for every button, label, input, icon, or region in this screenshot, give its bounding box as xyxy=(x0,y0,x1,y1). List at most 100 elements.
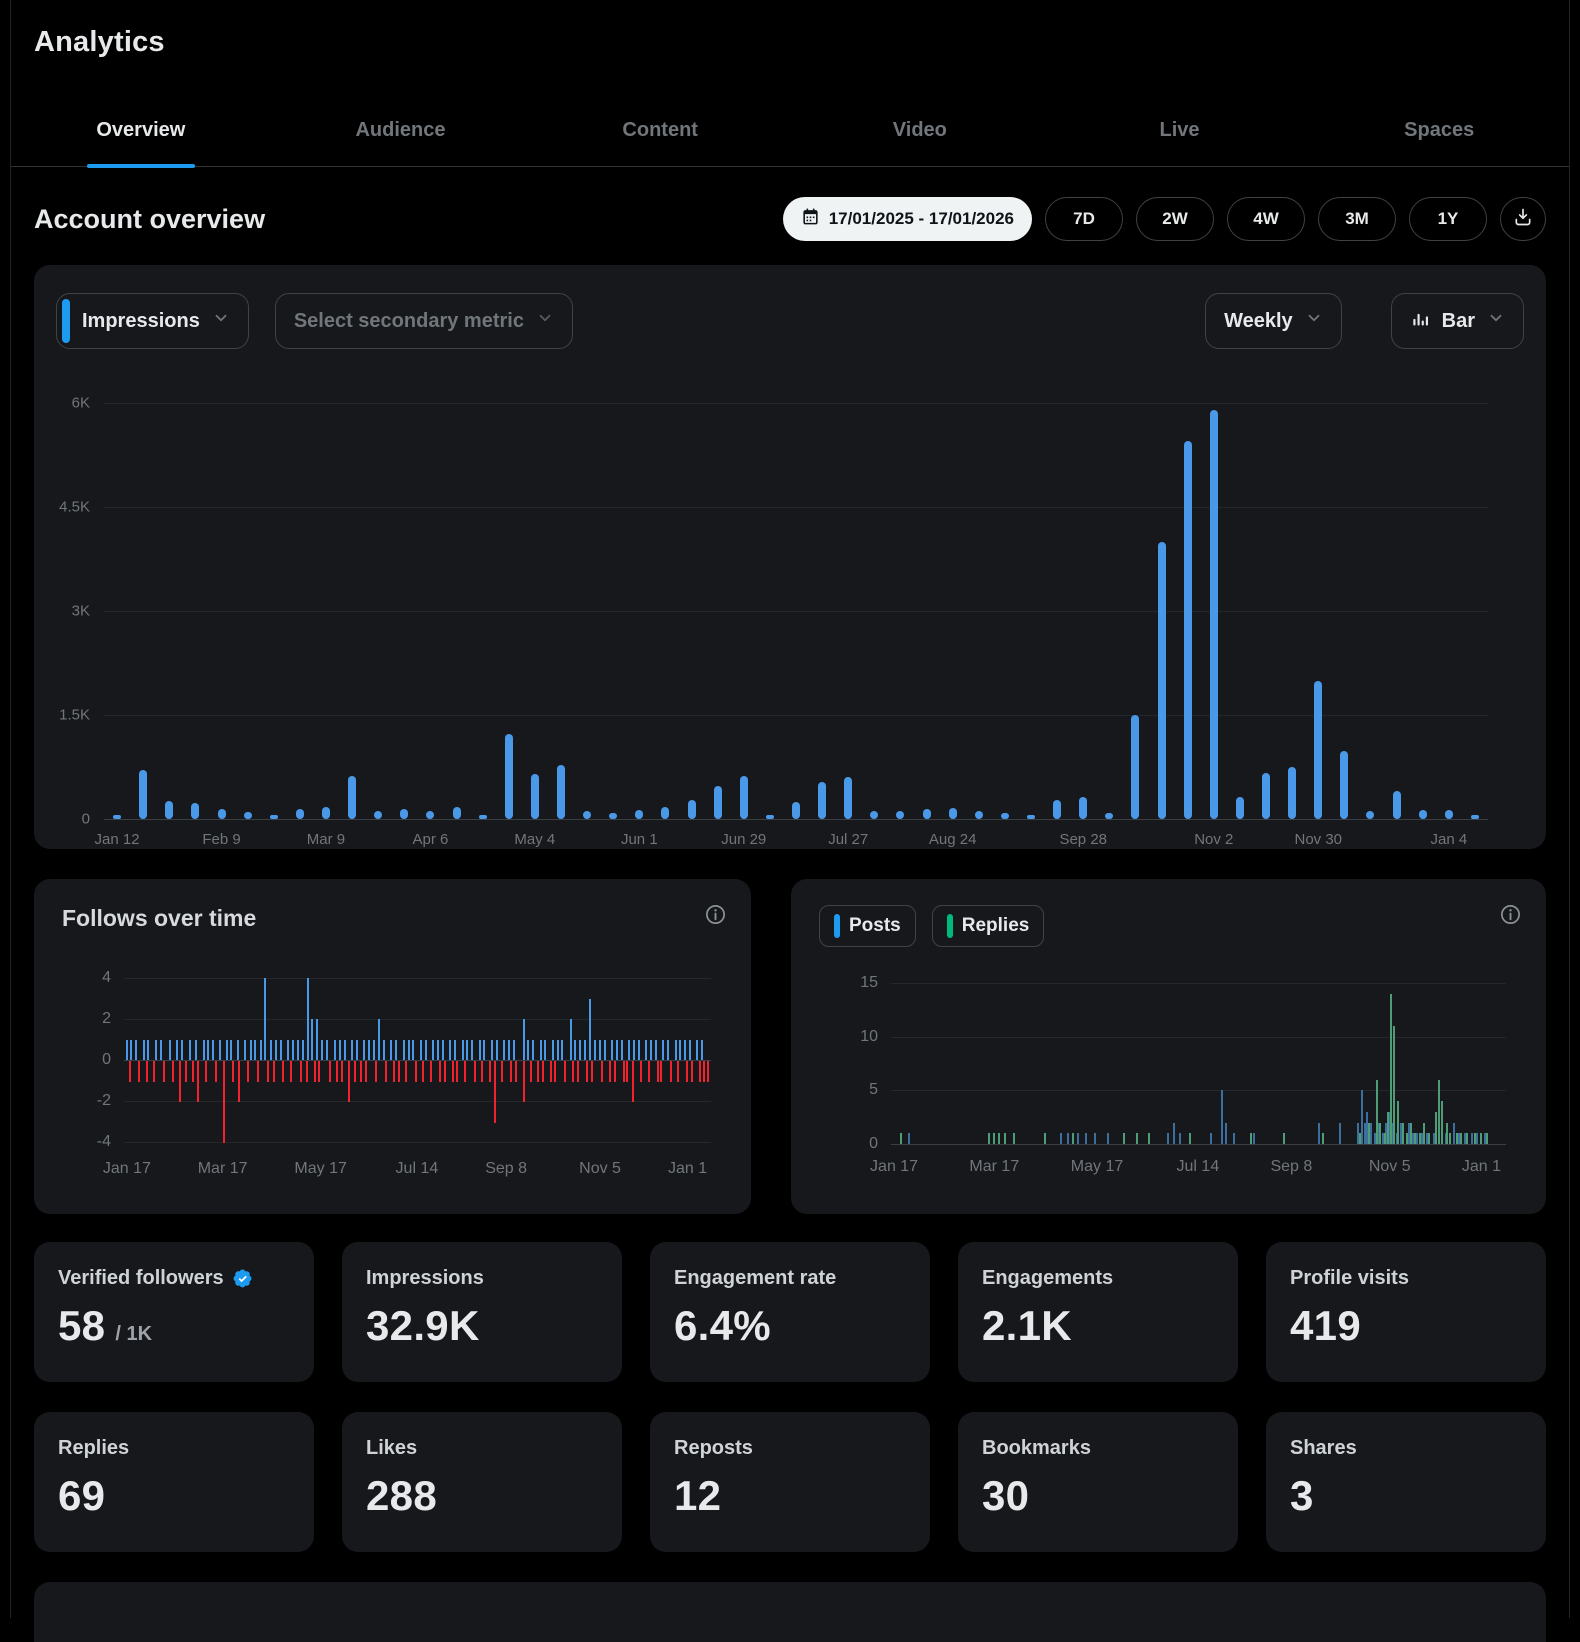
unfollows-bar[interactable] xyxy=(163,1061,166,1082)
posts-bar[interactable] xyxy=(1066,1133,1069,1144)
replies-bar[interactable] xyxy=(988,1133,991,1144)
replies-bar[interactable] xyxy=(1283,1133,1286,1144)
replies-bar[interactable] xyxy=(1043,1133,1046,1144)
replies-bar[interactable] xyxy=(1474,1133,1477,1144)
replies-bar[interactable] xyxy=(1486,1133,1489,1144)
follows-bar[interactable] xyxy=(603,1039,606,1060)
follows-bar[interactable] xyxy=(225,1039,228,1060)
impressions-bar[interactable] xyxy=(1288,767,1297,819)
impressions-bar[interactable] xyxy=(374,811,383,819)
replies-bar[interactable] xyxy=(1460,1133,1463,1144)
follows-bar[interactable] xyxy=(483,1039,486,1060)
unfollows-bar[interactable] xyxy=(691,1061,694,1082)
follows-bar[interactable] xyxy=(527,1039,530,1060)
replies-bar[interactable] xyxy=(993,1133,996,1144)
follows-bar[interactable] xyxy=(363,1039,366,1060)
follows-bar[interactable] xyxy=(578,1039,581,1060)
follows-bar[interactable] xyxy=(666,1039,669,1060)
follows-bar[interactable] xyxy=(155,1039,158,1060)
unfollows-bar[interactable] xyxy=(171,1061,174,1082)
replies-bar[interactable] xyxy=(1368,1122,1371,1144)
tab-spaces[interactable]: Spaces xyxy=(1309,95,1569,166)
replies-bar[interactable] xyxy=(1466,1133,1469,1144)
unfollows-bar[interactable] xyxy=(392,1061,395,1082)
follows-bar[interactable] xyxy=(126,1039,129,1060)
tab-overview[interactable]: Overview xyxy=(11,95,271,168)
unfollows-bar[interactable] xyxy=(659,1061,662,1082)
unfollows-bar[interactable] xyxy=(299,1061,302,1082)
impressions-bar[interactable] xyxy=(1000,812,1009,819)
follows-bar[interactable] xyxy=(188,1039,191,1060)
impressions-bar[interactable] xyxy=(870,810,879,819)
follows-bar[interactable] xyxy=(507,1039,510,1060)
unfollows-bar[interactable] xyxy=(205,1061,207,1082)
replies-bar[interactable] xyxy=(1379,1122,1382,1144)
follows-bar[interactable] xyxy=(495,1039,498,1060)
replies-bar[interactable] xyxy=(899,1133,902,1144)
impressions-bar[interactable] xyxy=(165,800,174,819)
unfollows-bar[interactable] xyxy=(500,1061,503,1082)
follows-bar[interactable] xyxy=(649,1039,652,1060)
range-button-1y[interactable]: 1Y xyxy=(1409,197,1487,241)
follows-bar[interactable] xyxy=(556,1039,559,1060)
unfollows-bar[interactable] xyxy=(429,1061,432,1082)
impressions-bar[interactable] xyxy=(739,776,748,819)
unfollows-bar[interactable] xyxy=(510,1061,513,1082)
unfollows-bar[interactable] xyxy=(353,1061,356,1082)
impressions-bar[interactable] xyxy=(844,776,853,819)
replies-bar[interactable] xyxy=(1402,1122,1405,1144)
follows-bar[interactable] xyxy=(593,1039,596,1060)
follows-bar[interactable] xyxy=(351,1039,354,1060)
unfollows-bar[interactable] xyxy=(237,1061,240,1102)
unfollows-bar[interactable] xyxy=(554,1061,557,1082)
legend-chip-replies[interactable]: Replies xyxy=(931,905,1045,947)
impressions-bar[interactable] xyxy=(1444,810,1453,819)
follows-bar[interactable] xyxy=(270,1039,273,1060)
follows-bar[interactable] xyxy=(674,1039,677,1060)
follows-bar[interactable] xyxy=(264,978,267,1060)
unfollows-bar[interactable] xyxy=(305,1061,308,1082)
follows-bar[interactable] xyxy=(615,1039,618,1060)
follows-bar[interactable] xyxy=(377,1019,380,1060)
replies-bar[interactable] xyxy=(1322,1133,1325,1144)
unfollows-bar[interactable] xyxy=(439,1061,442,1082)
tab-content[interactable]: Content xyxy=(530,95,790,166)
follows-bar[interactable] xyxy=(334,1039,337,1060)
unfollows-bar[interactable] xyxy=(185,1061,188,1082)
posts-bar[interactable] xyxy=(1317,1122,1320,1144)
replies-bar[interactable] xyxy=(1445,1122,1448,1144)
unfollows-bar[interactable] xyxy=(480,1061,483,1082)
impressions-bar[interactable] xyxy=(1262,772,1271,819)
follows-bar[interactable] xyxy=(432,1039,435,1060)
follows-bar[interactable] xyxy=(598,1039,601,1060)
unfollows-bar[interactable] xyxy=(179,1061,182,1102)
posts-bar[interactable] xyxy=(908,1133,911,1144)
follows-bar[interactable] xyxy=(321,1039,324,1060)
unfollows-bar[interactable] xyxy=(703,1061,706,1082)
impressions-bar[interactable] xyxy=(896,811,905,819)
unfollows-bar[interactable] xyxy=(289,1061,292,1082)
unfollows-bar[interactable] xyxy=(647,1061,650,1082)
posts-bar[interactable] xyxy=(1167,1133,1170,1144)
follows-bar[interactable] xyxy=(395,1039,398,1060)
impressions-bar[interactable] xyxy=(1314,681,1323,819)
unfollows-bar[interactable] xyxy=(246,1061,249,1082)
posts-bar[interactable] xyxy=(1360,1090,1363,1144)
follows-bar[interactable] xyxy=(583,1039,586,1060)
impressions-bar[interactable] xyxy=(1209,409,1218,819)
replies-bar[interactable] xyxy=(1003,1133,1006,1144)
follows-bar[interactable] xyxy=(588,998,591,1060)
impressions-bar[interactable] xyxy=(1183,441,1192,819)
replies-bar[interactable] xyxy=(1418,1133,1421,1144)
follows-bar[interactable] xyxy=(202,1039,205,1060)
impressions-bar[interactable] xyxy=(948,807,957,819)
follows-bar[interactable] xyxy=(343,1039,346,1060)
impressions-bar[interactable] xyxy=(400,809,409,819)
follows-bar[interactable] xyxy=(254,1039,257,1060)
follows-bar[interactable] xyxy=(419,1039,422,1060)
unfollows-bar[interactable] xyxy=(197,1061,200,1102)
range-button-2w[interactable]: 2W xyxy=(1136,197,1214,241)
follows-bar[interactable] xyxy=(259,1039,262,1060)
follows-bar[interactable] xyxy=(461,1039,464,1060)
follows-bar[interactable] xyxy=(645,1039,648,1060)
